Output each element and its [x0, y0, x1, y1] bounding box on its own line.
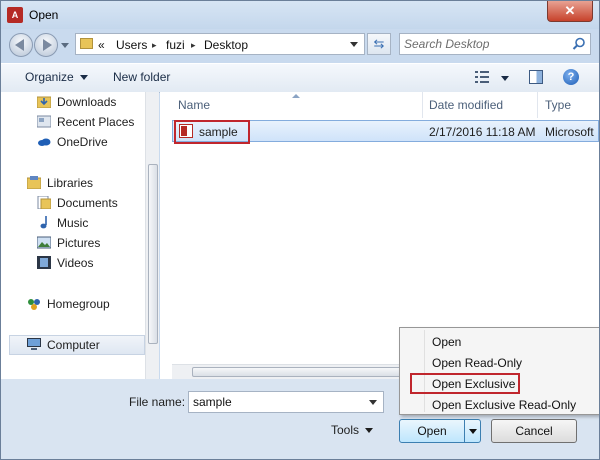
- address-dropdown-icon[interactable]: [350, 42, 358, 47]
- chevron-down-icon: [365, 428, 374, 434]
- breadcrumb-desktop[interactable]: Desktop: [204, 38, 248, 52]
- menu-item-open-read-only[interactable]: Open Read-Only: [432, 356, 522, 370]
- close-button[interactable]: ✕: [547, 1, 593, 22]
- folder-icon: [80, 38, 93, 49]
- annotation-highlight-box: [174, 120, 250, 144]
- breadcrumb-overflow[interactable]: «: [98, 38, 105, 52]
- documents-icon: [37, 196, 51, 209]
- help-icon[interactable]: ?: [563, 69, 579, 85]
- sort-ascending-icon: [292, 94, 300, 98]
- recent-locations-dropdown[interactable]: [61, 43, 69, 48]
- change-view-icon[interactable]: [475, 71, 489, 83]
- open-dialog: A Open ✕ « Users ▸ fuzi ▸ Desktop ⇆ Sear…: [0, 0, 600, 460]
- column-header-type[interactable]: Type: [545, 98, 571, 112]
- open-options-dropdown-icon[interactable]: [469, 429, 477, 434]
- command-bar: Organize New folder ?: [1, 63, 599, 93]
- sidebar-item-onedrive[interactable]: OneDrive: [57, 133, 108, 151]
- sidebar-item-videos[interactable]: Videos: [57, 254, 93, 272]
- organize-label: Organize: [25, 70, 74, 84]
- recent-places-icon: [37, 115, 51, 128]
- sidebar-item-downloads[interactable]: Downloads: [57, 93, 116, 111]
- open-button-label[interactable]: Open: [400, 424, 464, 438]
- sidebar-item-recent-places[interactable]: Recent Places: [57, 113, 134, 131]
- onedrive-icon: [38, 138, 51, 146]
- refresh-icon: ⇆: [373, 36, 385, 51]
- access-app-icon: A: [7, 7, 23, 23]
- search-input[interactable]: [404, 36, 564, 52]
- title-bar[interactable]: A Open ✕: [1, 1, 599, 29]
- chevron-down-icon[interactable]: [369, 400, 377, 405]
- sidebar-item-music[interactable]: Music: [57, 214, 88, 232]
- back-arrow-icon: [15, 39, 24, 51]
- downloads-folder-icon: [37, 96, 51, 108]
- videos-icon: [37, 256, 51, 269]
- file-name-input[interactable]: [193, 394, 353, 410]
- file-type-cell: Microsoft: [545, 125, 594, 139]
- preview-pane-icon[interactable]: [529, 70, 543, 84]
- nav-scrollbar-thumb[interactable]: [148, 164, 158, 344]
- sidebar-item-documents[interactable]: Documents: [57, 194, 118, 212]
- navigation-pane: Downloads Recent Places OneDrive Librari…: [1, 92, 159, 379]
- sidebar-item-libraries[interactable]: Libraries: [47, 174, 93, 192]
- tools-button[interactable]: Tools: [331, 423, 374, 437]
- new-folder-button[interactable]: New folder: [113, 70, 170, 84]
- menu-item-open-exclusive-read-only[interactable]: Open Exclusive Read-Only: [432, 398, 576, 412]
- back-button[interactable]: [9, 33, 33, 57]
- breadcrumb-separator[interactable]: ▸: [191, 40, 196, 51]
- file-date-cell: 2/17/2016 11:18 AM: [429, 125, 536, 139]
- computer-icon: [27, 338, 41, 350]
- organize-button[interactable]: Organize: [25, 70, 88, 84]
- file-row-sample[interactable]: sample 2/17/2016 11:18 AM Microsoft: [172, 120, 599, 144]
- sidebar-item-pictures[interactable]: Pictures: [57, 234, 100, 252]
- libraries-icon: [27, 176, 41, 189]
- annotation-highlight-box: [410, 373, 520, 394]
- menu-item-open[interactable]: Open: [432, 335, 461, 349]
- music-icon: [40, 216, 47, 229]
- sidebar-item-homegroup[interactable]: Homegroup: [47, 295, 110, 313]
- column-header-date-modified[interactable]: Date modified: [429, 98, 503, 112]
- homegroup-icon: [28, 299, 40, 310]
- menu-icon-strip: [424, 330, 425, 412]
- breadcrumb-fuzi[interactable]: fuzi: [166, 38, 185, 52]
- split-divider: [464, 420, 465, 442]
- file-name-label: File name:: [129, 395, 186, 409]
- nav-scrollbar[interactable]: [145, 92, 159, 379]
- breadcrumb-users[interactable]: Users: [116, 38, 147, 52]
- address-bar[interactable]: « Users ▸ fuzi ▸ Desktop: [75, 33, 365, 55]
- tools-label: Tools: [331, 423, 360, 437]
- forward-arrow-icon: [43, 39, 52, 51]
- breadcrumb-separator[interactable]: ▸: [152, 40, 157, 51]
- forward-button[interactable]: [34, 33, 58, 57]
- view-options-dropdown[interactable]: [501, 76, 509, 81]
- open-split-button[interactable]: Open: [399, 419, 481, 443]
- address-row: « Users ▸ fuzi ▸ Desktop ⇆: [1, 29, 599, 63]
- sidebar-item-computer[interactable]: Computer: [47, 336, 100, 354]
- search-icon[interactable]: [572, 37, 586, 51]
- column-header-name[interactable]: Name: [178, 98, 210, 112]
- search-box[interactable]: [399, 33, 591, 55]
- refresh-button[interactable]: ⇆: [367, 33, 391, 55]
- file-name-combobox[interactable]: [188, 391, 384, 413]
- cancel-button[interactable]: Cancel: [491, 419, 577, 443]
- open-options-menu: Open Open Read-Only Open Exclusive Open …: [399, 327, 599, 415]
- window-title: Open: [29, 8, 59, 22]
- column-divider[interactable]: [537, 92, 538, 118]
- chevron-down-icon: [79, 75, 88, 81]
- column-divider[interactable]: [422, 92, 423, 118]
- pictures-icon: [37, 236, 51, 249]
